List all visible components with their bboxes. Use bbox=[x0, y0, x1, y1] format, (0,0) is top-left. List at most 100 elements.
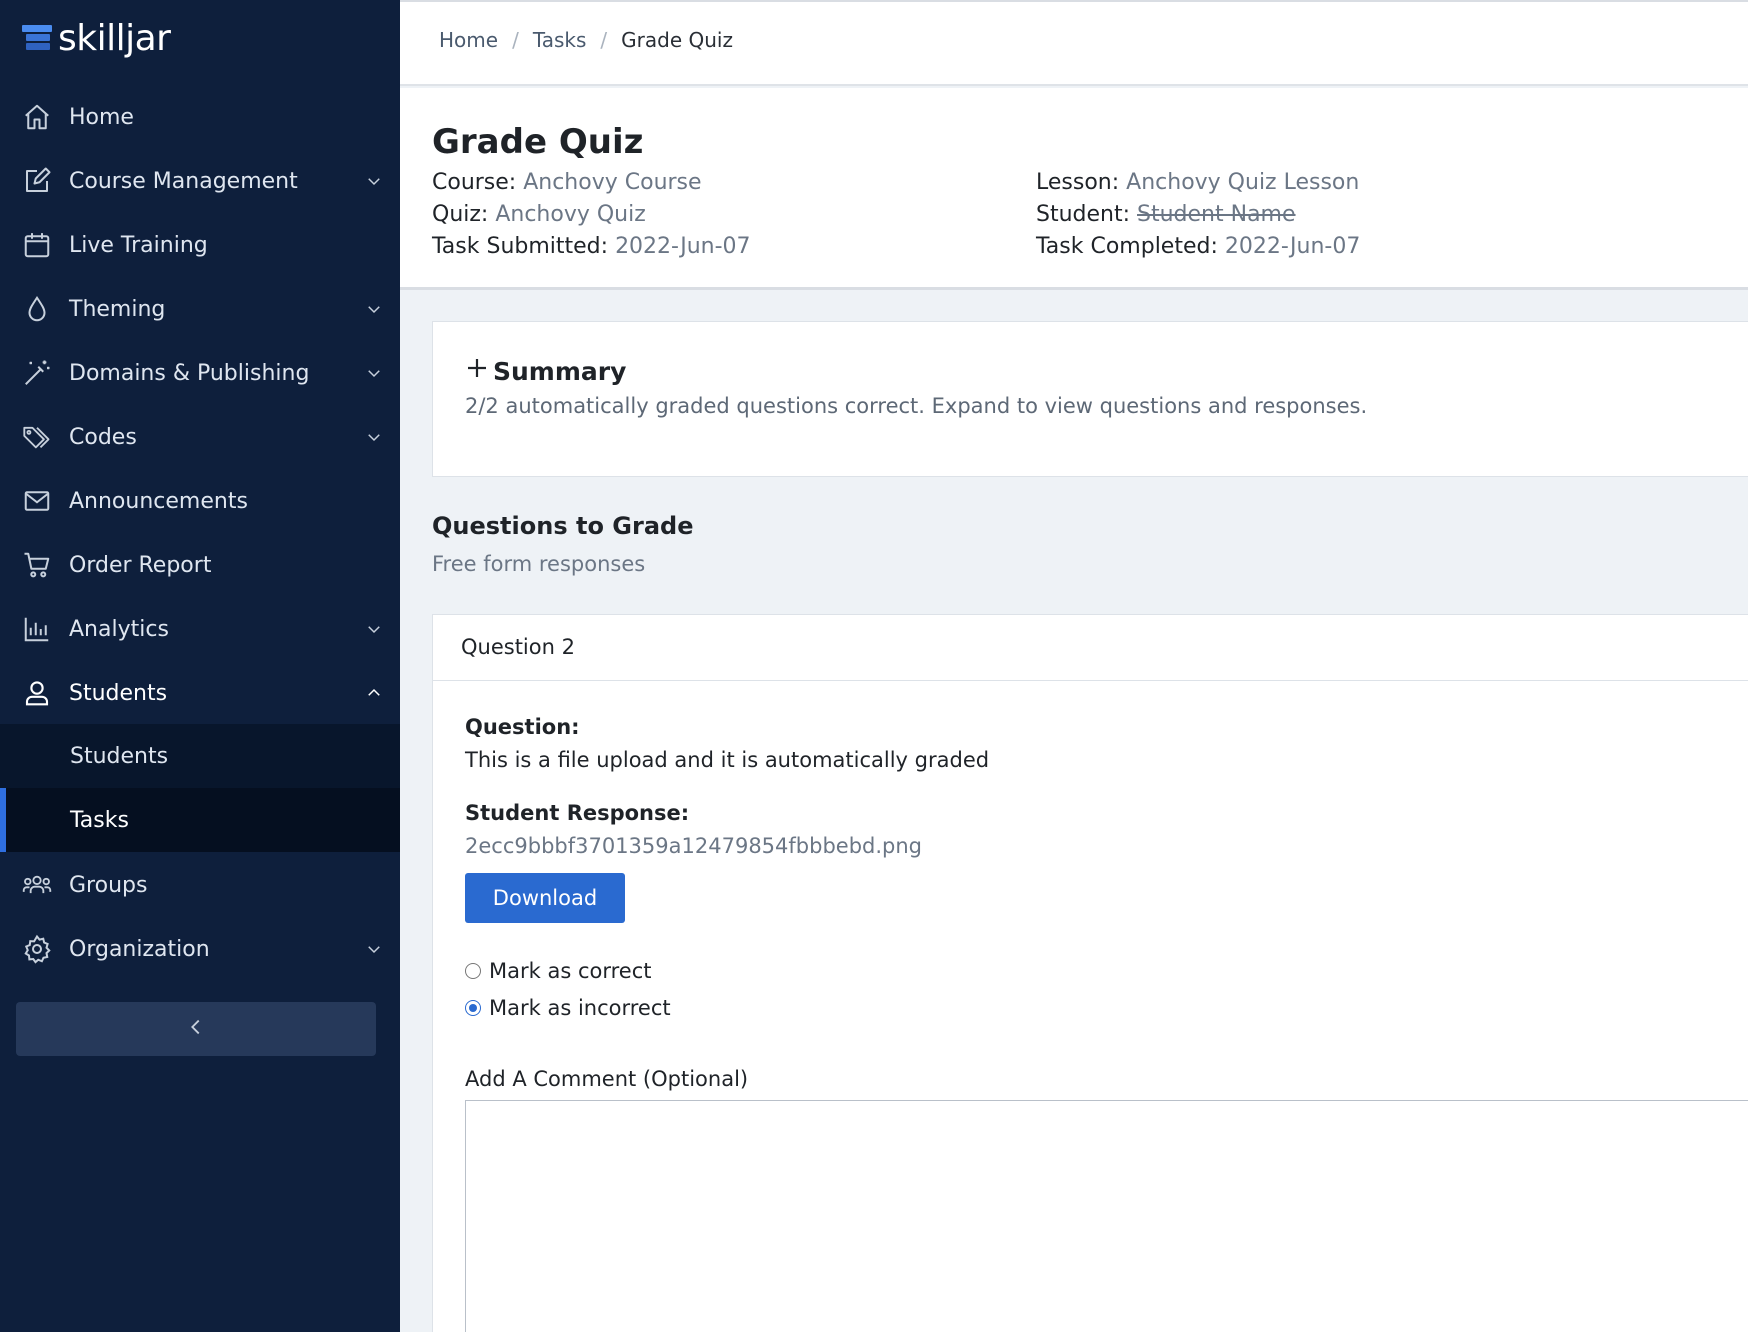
meta-student: Student: Student Name bbox=[1036, 202, 1296, 227]
meta-quiz: Quiz: Anchovy Quiz bbox=[432, 202, 646, 227]
question-text: This is a file upload and it is automati… bbox=[465, 748, 990, 772]
student-response-label: Student Response: bbox=[465, 801, 690, 825]
chevron-down-icon bbox=[362, 361, 386, 385]
home-icon bbox=[22, 102, 52, 132]
users-icon bbox=[22, 870, 52, 900]
breadcrumb-home[interactable]: Home bbox=[439, 28, 498, 52]
mark-incorrect-option[interactable]: Mark as incorrect bbox=[465, 996, 671, 1020]
meta-label: Course: bbox=[432, 170, 517, 195]
course-link[interactable]: Anchovy Course bbox=[523, 170, 701, 195]
sidebar-item-label: Home bbox=[69, 104, 134, 130]
chevron-left-icon bbox=[185, 1016, 207, 1042]
brand-name: skilljar bbox=[58, 17, 171, 59]
sidebar-item-label: Organization bbox=[69, 936, 210, 962]
breadcrumb: Home / Tasks / Grade Quiz bbox=[439, 28, 733, 52]
question-card: Question 2 Question: This is a file uplo… bbox=[432, 614, 1748, 1332]
meta-label: Student: bbox=[1036, 202, 1131, 227]
mark-incorrect-label: Mark as incorrect bbox=[489, 996, 671, 1020]
sidebar-item-theming[interactable]: Theming bbox=[0, 277, 400, 341]
meta-label: Task Completed: bbox=[1036, 234, 1218, 259]
sidebar-item-students[interactable]: Students bbox=[0, 661, 400, 725]
question-label: Question: bbox=[465, 715, 580, 739]
response-filename: 2ecc9bbbf3701359a12479854fbbbebd.png bbox=[465, 834, 923, 858]
student-name-redacted: Student Name bbox=[1137, 202, 1296, 227]
quiz-link[interactable]: Anchovy Quiz bbox=[495, 202, 645, 227]
sidebar-item-home[interactable]: Home bbox=[0, 85, 400, 149]
completed-date: 2022-Jun-07 bbox=[1224, 234, 1361, 259]
sidebar-item-analytics[interactable]: Analytics bbox=[0, 597, 400, 661]
sidebar-item-label: Announcements bbox=[69, 488, 248, 514]
page-title: Grade Quiz bbox=[432, 122, 644, 162]
download-button[interactable]: Download bbox=[465, 873, 625, 923]
questions-section-title: Questions to Grade bbox=[432, 512, 694, 540]
sidebar-item-codes[interactable]: Codes bbox=[0, 405, 400, 469]
sidebar: skilljar Home Course Management Live Tra… bbox=[0, 0, 400, 1332]
bar-chart-icon bbox=[22, 614, 52, 644]
meta-label: Quiz: bbox=[432, 202, 489, 227]
comment-label: Add A Comment (Optional) bbox=[465, 1067, 749, 1091]
mark-correct-label: Mark as correct bbox=[489, 959, 652, 983]
sidebar-item-label: Order Report bbox=[69, 552, 212, 578]
sidebar-item-order-report[interactable]: Order Report bbox=[0, 533, 400, 597]
droplet-icon bbox=[22, 294, 52, 324]
breadcrumb-separator: / bbox=[512, 28, 519, 52]
meta-label: Task Submitted: bbox=[432, 234, 609, 259]
sidebar-item-course-management[interactable]: Course Management bbox=[0, 149, 400, 213]
edit-icon bbox=[22, 166, 52, 196]
chevron-up-icon bbox=[362, 681, 386, 705]
top-bar: Home / Tasks / Grade Quiz bbox=[400, 0, 1748, 86]
summary-description: 2/2 automatically graded questions corre… bbox=[465, 394, 1368, 418]
mark-incorrect-radio[interactable] bbox=[465, 1000, 481, 1016]
skilljar-logo[interactable]: skilljar bbox=[22, 17, 171, 59]
calendar-icon bbox=[22, 230, 52, 260]
sidebar-item-label: Course Management bbox=[69, 168, 298, 194]
submenu-item-label: Tasks bbox=[70, 807, 129, 833]
sidebar-item-label: Codes bbox=[69, 424, 137, 450]
task-header: Grade Quiz Course: Anchovy Course Quiz: … bbox=[400, 88, 1748, 290]
cart-icon bbox=[22, 550, 52, 580]
magic-wand-icon bbox=[22, 358, 52, 388]
sidebar-item-label: Live Training bbox=[69, 232, 208, 258]
mark-correct-option[interactable]: Mark as correct bbox=[465, 959, 651, 983]
chevron-down-icon bbox=[362, 169, 386, 193]
submenu-item-students[interactable]: Students bbox=[0, 724, 400, 788]
collapse-sidebar-button[interactable] bbox=[16, 1002, 376, 1056]
meta-label: Lesson: bbox=[1036, 170, 1120, 195]
chevron-down-icon bbox=[362, 617, 386, 641]
breadcrumb-current: Grade Quiz bbox=[621, 28, 733, 52]
breadcrumb-tasks[interactable]: Tasks bbox=[533, 28, 587, 52]
students-submenu: Students Tasks bbox=[0, 724, 400, 852]
meta-course: Course: Anchovy Course bbox=[432, 170, 702, 195]
comment-textarea[interactable] bbox=[465, 1100, 1748, 1332]
sidebar-item-label: Analytics bbox=[69, 616, 169, 642]
lesson-link[interactable]: Anchovy Quiz Lesson bbox=[1126, 170, 1359, 195]
tag-icon bbox=[22, 422, 52, 452]
mark-correct-radio[interactable] bbox=[465, 963, 481, 979]
question-card-header: Question 2 bbox=[433, 615, 1748, 681]
questions-section-subtitle: Free form responses bbox=[432, 552, 646, 576]
meta-task-submitted: Task Submitted: 2022-Jun-07 bbox=[432, 234, 751, 259]
sidebar-item-live-training[interactable]: Live Training bbox=[0, 213, 400, 277]
chevron-down-icon bbox=[362, 425, 386, 449]
meta-lesson: Lesson: Anchovy Quiz Lesson bbox=[1036, 170, 1359, 195]
logo-mark-icon bbox=[22, 23, 52, 53]
sidebar-item-groups[interactable]: Groups bbox=[0, 853, 400, 917]
sidebar-item-label: Domains & Publishing bbox=[69, 360, 310, 386]
sidebar-item-announcements[interactable]: Announcements bbox=[0, 469, 400, 533]
sidebar-item-domains-publishing[interactable]: Domains & Publishing bbox=[0, 341, 400, 405]
submenu-item-tasks[interactable]: Tasks bbox=[0, 788, 400, 852]
mail-icon bbox=[22, 486, 52, 516]
sidebar-item-organization[interactable]: Organization bbox=[0, 917, 400, 981]
chevron-down-icon bbox=[362, 937, 386, 961]
submenu-item-label: Students bbox=[70, 743, 169, 769]
chevron-down-icon bbox=[362, 297, 386, 321]
sidebar-item-label: Students bbox=[69, 680, 168, 706]
summary-card: Summary 2/2 automatically graded questio… bbox=[432, 321, 1748, 477]
submitted-date: 2022-Jun-07 bbox=[615, 234, 751, 259]
plus-icon bbox=[465, 356, 489, 386]
gear-icon bbox=[22, 934, 52, 964]
breadcrumb-separator: / bbox=[600, 28, 608, 52]
sidebar-item-label: Groups bbox=[69, 872, 148, 898]
summary-toggle[interactable]: Summary bbox=[465, 356, 626, 386]
sidebar-item-label: Theming bbox=[69, 296, 166, 322]
